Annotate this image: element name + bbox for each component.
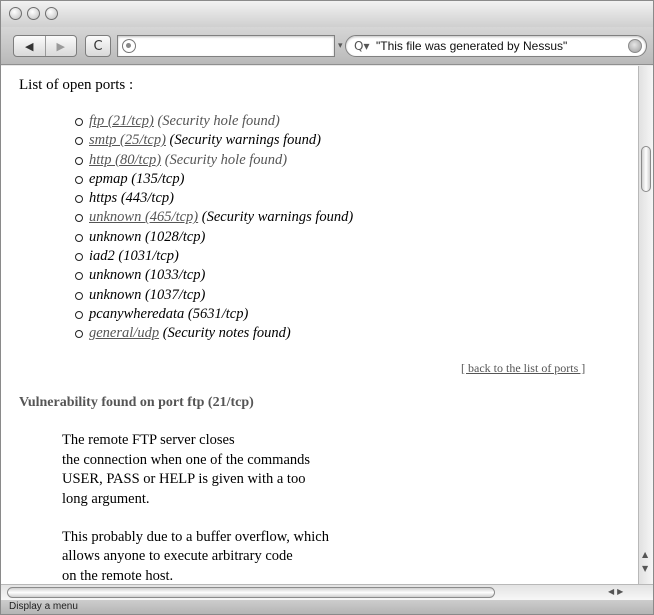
- open-ports-heading: List of open ports :: [19, 77, 134, 93]
- description-line: This probably due to a buffer overflow, …: [62, 529, 329, 545]
- port-list-item: unknown (465/tcp) (Security warnings fou…: [74, 208, 354, 227]
- forward-button[interactable]: ▶: [44, 36, 77, 56]
- port-list-item: unknown (1028/tcp): [74, 228, 353, 247]
- port-list-item: https (443/tcp): [74, 189, 353, 208]
- port-link[interactable]: unknown (465/tcp): [89, 209, 198, 225]
- horizontal-scroll-thumb[interactable]: [7, 587, 495, 598]
- address-bar[interactable]: [117, 35, 335, 57]
- port-status: (Security hole found): [164, 151, 288, 168]
- search-icon[interactable]: Q▾: [354, 39, 369, 53]
- description-line: on the remote host.: [62, 568, 174, 584]
- browser-window: ◀ ▶ C ▾ Q▾ "This file was generated by N…: [0, 0, 654, 615]
- description-line: the connection when one of the commands: [62, 452, 311, 468]
- port-status: (Security warnings found): [169, 132, 321, 149]
- port-status: (Security notes found): [162, 325, 291, 342]
- address-dropdown-icon[interactable]: ▾: [338, 41, 343, 51]
- port-link[interactable]: http (80/tcp): [89, 152, 161, 168]
- port-list-item: iad2 (1031/tcp): [74, 247, 353, 266]
- open-ports-list: ftp (21/tcp) (Security hole found) smtp (…: [74, 112, 354, 344]
- description-line: long argument.: [62, 491, 150, 507]
- page-content: List of open ports : ftp (21/tcp) (Secur…: [1, 66, 638, 584]
- status-bar: Display a menu: [1, 600, 653, 614]
- port-name: https (443/tcp): [89, 190, 174, 207]
- port-name: unknown (1033/tcp): [89, 267, 206, 284]
- port-list-item: unknown (1037/tcp): [74, 286, 353, 305]
- port-list-item: smtp (25/tcp) (Security warnings found): [74, 131, 353, 150]
- port-list-item: epmap (135/tcp): [74, 170, 353, 189]
- back-to-ports-link[interactable]: [ back to the list of ports ]: [461, 361, 585, 376]
- port-status: (Security warnings found): [201, 209, 354, 226]
- port-link[interactable]: smtp (25/tcp): [89, 132, 166, 148]
- port-name: unknown (1037/tcp): [89, 286, 206, 303]
- zoom-window-button[interactable]: [45, 7, 58, 20]
- description-line: USER, PASS or HELP is given with a too: [62, 471, 306, 487]
- back-button[interactable]: ◀: [14, 36, 45, 56]
- port-link[interactable]: general/udp: [89, 325, 159, 341]
- description-line: The remote FTP server closes: [62, 432, 235, 448]
- scroll-down-arrow-icon[interactable]: ▼: [642, 564, 648, 573]
- search-field[interactable]: Q▾ "This file was generated by Nessus": [345, 35, 647, 57]
- scroll-left-right-arrows-icon[interactable]: ◀▶: [608, 587, 626, 596]
- port-list-item: http (80/tcp) (Security hole found): [74, 151, 353, 170]
- vulnerability-title: Vulnerability found on port ftp (21/tcp): [19, 395, 254, 410]
- port-list-item: unknown (1033/tcp): [74, 266, 353, 285]
- reload-button[interactable]: C: [85, 35, 111, 57]
- port-status: (Security hole found): [157, 113, 280, 129]
- port-list-item: ftp (21/tcp) (Security hole found): [74, 112, 353, 131]
- vertical-scrollbar[interactable]: ▲ ▼: [638, 66, 653, 584]
- port-list-item: pcanywheredata (5631/tcp): [74, 305, 353, 324]
- minimize-window-button[interactable]: [27, 7, 40, 20]
- port-name: epmap (135/tcp): [89, 170, 185, 187]
- title-bar: [1, 1, 653, 27]
- status-text: Display a menu: [9, 601, 78, 612]
- site-icon: [122, 39, 136, 53]
- clear-search-icon[interactable]: [628, 39, 642, 53]
- close-window-button[interactable]: [9, 7, 22, 20]
- port-name: iad2 (1031/tcp): [89, 248, 179, 265]
- port-list-item: general/udp (Security notes found): [74, 324, 353, 343]
- vertical-scroll-thumb[interactable]: [641, 146, 651, 192]
- port-name: unknown (1028/tcp): [89, 228, 206, 245]
- toolbar: ◀ ▶ C ▾ Q▾ "This file was generated by N…: [1, 27, 653, 65]
- port-name: pcanywheredata (5631/tcp): [89, 305, 249, 322]
- back-forward-group: ◀ ▶: [13, 35, 77, 57]
- search-value: "This file was generated by Nessus": [376, 39, 568, 53]
- scroll-up-arrow-icon[interactable]: ▲: [642, 550, 648, 559]
- horizontal-scrollbar[interactable]: ◀▶: [1, 584, 653, 600]
- description-line: allows anyone to execute arbitrary code: [62, 548, 293, 564]
- port-link[interactable]: ftp (21/tcp): [89, 113, 154, 129]
